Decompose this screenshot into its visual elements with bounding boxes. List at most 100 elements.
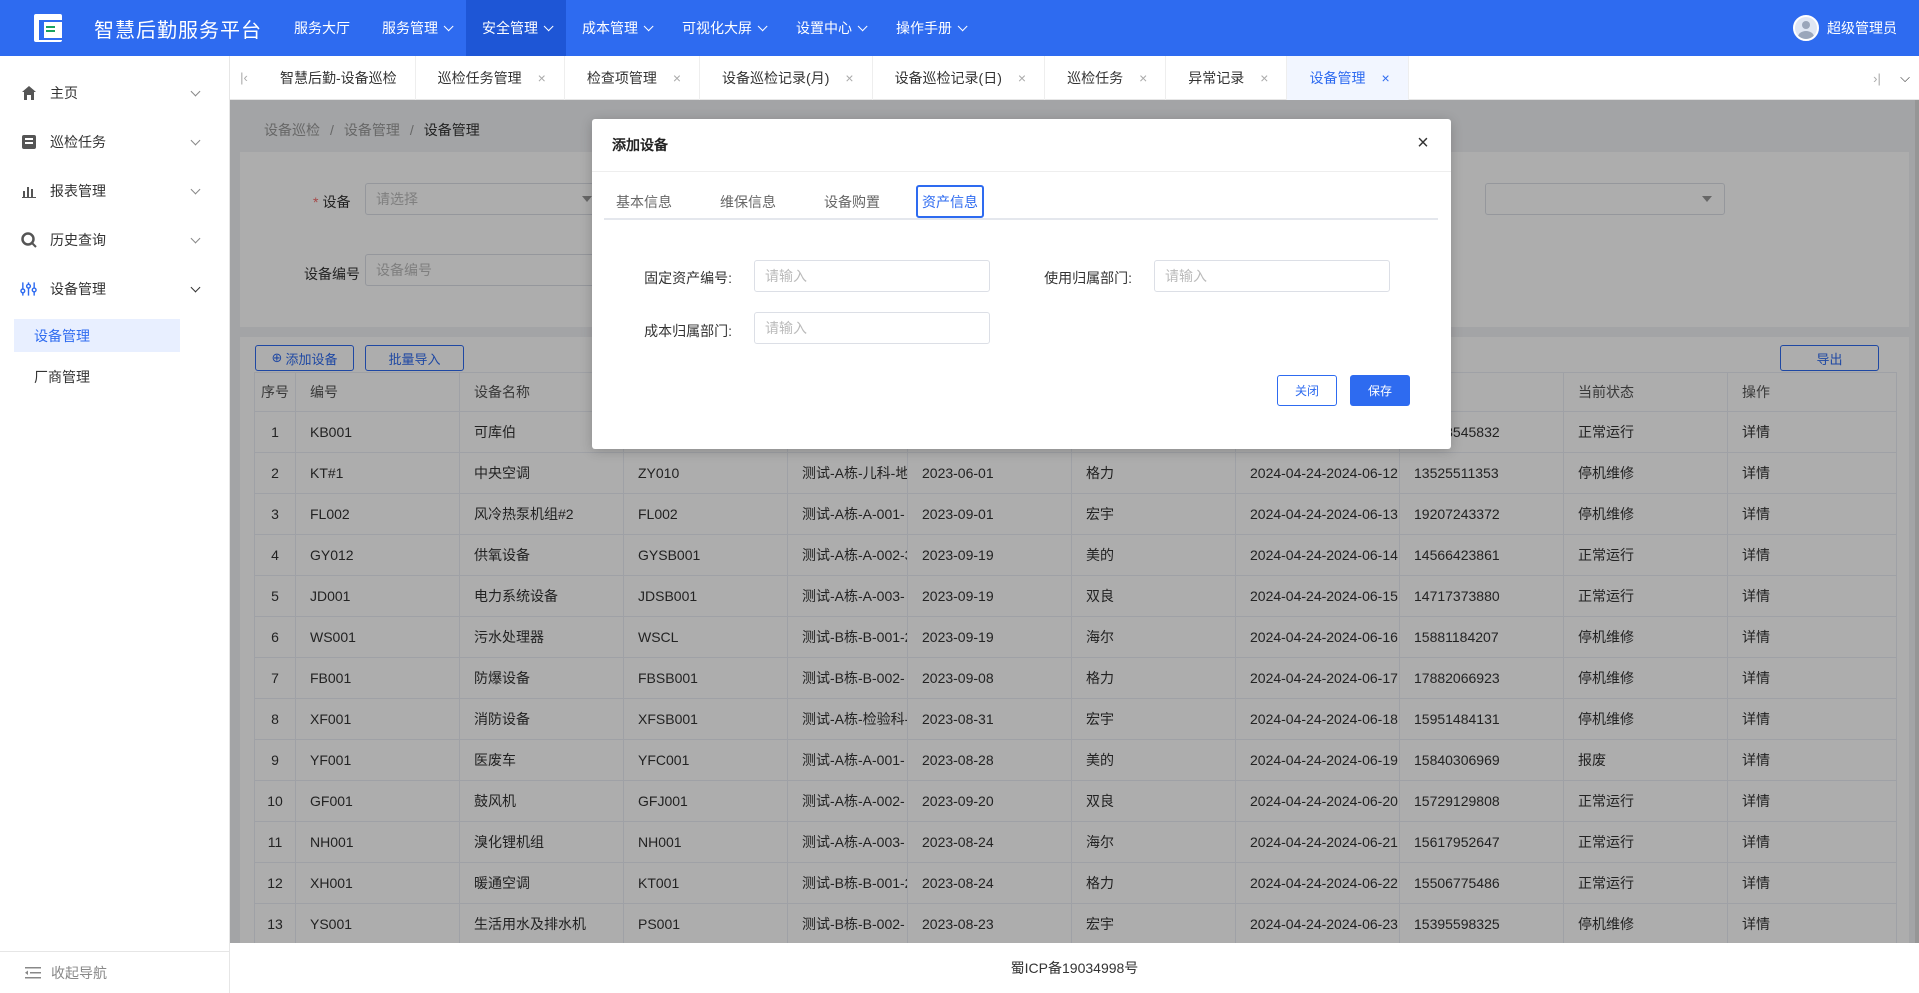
tab-label: 巡检任务	[1067, 69, 1124, 86]
close-icon[interactable]: ×	[1018, 70, 1026, 86]
close-icon[interactable]: ×	[1381, 70, 1389, 86]
user-name: 超级管理员	[1827, 20, 1897, 36]
close-icon[interactable]: ×	[1260, 70, 1268, 86]
chevron-down-icon	[643, 20, 654, 31]
tab-label: 设备巡检记录(日)	[894, 69, 1002, 86]
history-icon	[20, 231, 37, 248]
tabs-scroll-right-icon[interactable]: ›|	[1863, 56, 1891, 100]
sidebar-subitem-device-management[interactable]: 设备管理	[14, 319, 180, 352]
cost-dept-label: 成本归属部门:	[644, 323, 732, 339]
sidebar-item-label: 主页	[50, 84, 78, 101]
icp-record: 蜀ICP备19034998号	[1010, 960, 1139, 976]
cost-dept-input[interactable]: 请输入	[754, 312, 990, 344]
chevron-down-icon	[190, 233, 201, 244]
sidebar-item-label: 设备管理	[34, 327, 90, 344]
menu-collapse-icon	[24, 964, 41, 981]
nav-label: 设置中心	[796, 20, 852, 36]
close-button[interactable]: 关闭	[1277, 375, 1337, 406]
sidebar-item-inspection-task[interactable]: 巡检任务	[0, 117, 229, 166]
nav-label: 服务大厅	[294, 20, 350, 36]
asset-no-input[interactable]: 请输入	[754, 260, 990, 292]
tab-label: 检查项管理	[586, 69, 657, 86]
tab-inspection-task[interactable]: 巡检任务 ×	[1045, 55, 1167, 100]
sidebar-item-label: 设备管理	[50, 280, 106, 297]
chevron-down-icon	[190, 184, 201, 195]
tab-label: 设备巡检记录(月)	[722, 69, 830, 86]
top-navbar: 智慧后勤服务平台 服务大厅 服务管理 安全管理 成本管理 可视化大屏 设置中心 …	[0, 0, 1919, 56]
save-button[interactable]: 保存	[1350, 375, 1410, 406]
tab-asset-info[interactable]: 资产信息	[916, 185, 984, 218]
tab-actions: ›| ⌵	[1863, 56, 1919, 100]
asset-no-label: 固定资产编号:	[644, 270, 732, 286]
chevron-down-icon	[190, 86, 201, 97]
input-placeholder: 请输入	[1165, 268, 1207, 284]
tab-inspection-record-month[interactable]: 设备巡检记录(月) ×	[700, 55, 873, 100]
close-icon[interactable]: ×	[845, 70, 853, 86]
sidebar-item-label: 巡检任务	[50, 133, 106, 150]
close-icon[interactable]: ×	[1413, 133, 1433, 153]
task-icon	[20, 133, 37, 150]
chevron-down-icon	[957, 20, 968, 31]
nav-visual-screen[interactable]: 可视化大屏	[666, 0, 780, 56]
sidebar-item-home[interactable]: 主页	[0, 68, 229, 117]
input-placeholder: 请输入	[765, 268, 807, 284]
chevron-down-icon	[543, 20, 554, 31]
sidebar-item-label: 厂商管理	[34, 368, 90, 385]
chevron-down-icon	[757, 20, 768, 31]
use-dept-input[interactable]: 请输入	[1154, 260, 1390, 292]
nav-label: 服务管理	[382, 20, 438, 36]
sidebar: 主页 巡检任务 报表管理 历史查询 设备管理 设备管理 厂商管理 收起导航	[0, 56, 230, 993]
tab-exception-record[interactable]: 异常记录 ×	[1166, 55, 1288, 100]
close-icon[interactable]: ×	[538, 70, 546, 86]
close-icon[interactable]: ×	[673, 70, 681, 86]
nav-label: 可视化大屏	[682, 20, 752, 36]
tabs-scroll-left-icon[interactable]: |‹	[230, 56, 258, 100]
nav-service-hall[interactable]: 服务大厅	[278, 0, 366, 56]
chevron-down-icon[interactable]: ⌵	[1891, 56, 1919, 100]
tab-label: 智慧后勤-设备巡检	[280, 69, 397, 86]
nav-manual[interactable]: 操作手册	[880, 0, 980, 56]
home-icon	[20, 84, 37, 101]
sidebar-subitem-vendor-management[interactable]: 厂商管理	[14, 360, 180, 393]
close-icon[interactable]: ×	[1139, 70, 1147, 86]
chevron-down-icon	[190, 282, 201, 293]
tab-inspection-task-management[interactable]: 巡检任务管理 ×	[416, 55, 565, 100]
tab-basic-info[interactable]: 基本信息	[604, 185, 684, 218]
input-placeholder: 请输入	[765, 320, 807, 336]
tab-maintenance-info[interactable]: 维保信息	[708, 185, 788, 218]
collapse-nav-button[interactable]: 收起导航	[0, 951, 230, 993]
app-title: 智慧后勤服务平台	[94, 19, 262, 42]
sidebar-item-reports[interactable]: 报表管理	[0, 166, 229, 215]
avatar	[1793, 15, 1819, 41]
page-tabs: |‹ 智慧后勤-设备巡检 巡检任务管理 × 检查项管理 × 设备巡检记录(月) × 设…	[230, 55, 1919, 100]
nav-service-management[interactable]: 服务管理	[366, 0, 466, 56]
tab-label: 设备管理	[1309, 69, 1366, 86]
sidebar-item-label: 报表管理	[50, 182, 106, 199]
device-icon	[20, 280, 37, 297]
tab-device-management[interactable]: 设备管理 ×	[1287, 55, 1409, 100]
nav-label: 成本管理	[582, 20, 638, 36]
tab-inspection-record-day[interactable]: 设备巡检记录(日) ×	[873, 55, 1046, 100]
nav-safety-management[interactable]: 安全管理	[466, 0, 566, 56]
chevron-down-icon	[190, 135, 201, 146]
tab-device-purchase[interactable]: 设备购置	[812, 185, 892, 218]
chevron-down-icon	[443, 20, 454, 31]
collapse-nav-label: 收起导航	[51, 964, 107, 981]
chart-icon	[20, 182, 37, 199]
main-nav: 服务大厅 服务管理 安全管理 成本管理 可视化大屏 设置中心 操作手册	[278, 0, 980, 56]
chevron-down-icon	[857, 20, 868, 31]
add-device-dialog: 添加设备 × 基本信息 维保信息 设备购置 资产信息 固定资产编号: 请输入 使…	[592, 119, 1451, 449]
app-logo-icon	[34, 14, 64, 42]
footer: 蜀ICP备19034998号	[230, 943, 1919, 993]
sidebar-item-history[interactable]: 历史查询	[0, 215, 229, 264]
dialog-title: 添加设备	[592, 119, 1451, 172]
use-dept-label: 使用归属部门:	[1044, 270, 1132, 286]
nav-settings-center[interactable]: 设置中心	[780, 0, 880, 56]
tab-device-inspection[interactable]: 智慧后勤-设备巡检	[258, 55, 416, 100]
nav-label: 安全管理	[482, 20, 538, 36]
tab-label: 巡检任务管理	[437, 69, 522, 86]
tab-check-item-management[interactable]: 检查项管理 ×	[565, 55, 701, 100]
nav-cost-management[interactable]: 成本管理	[566, 0, 666, 56]
user-menu[interactable]: 超级管理员	[1793, 0, 1897, 56]
sidebar-item-device-management[interactable]: 设备管理	[0, 264, 229, 313]
